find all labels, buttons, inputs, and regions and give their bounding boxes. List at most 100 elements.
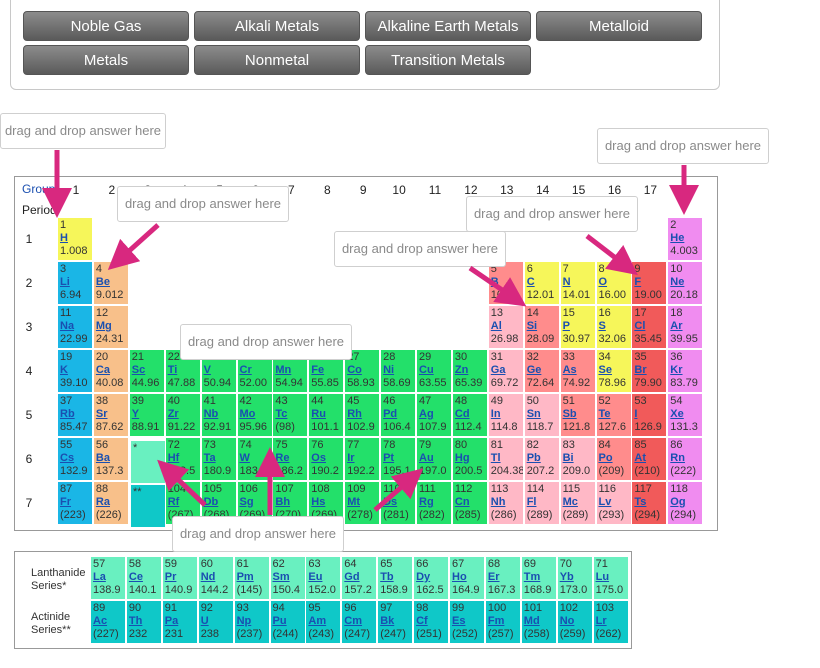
element-symbol[interactable]: Nb (204, 408, 234, 421)
element-symbol[interactable]: Mt (347, 496, 377, 509)
element-symbol[interactable]: Tl (491, 452, 521, 465)
element-symbol[interactable]: Be (96, 276, 126, 289)
element-symbol[interactable]: Sm (273, 571, 303, 584)
element-symbol[interactable]: Os (311, 452, 341, 465)
element-symbol[interactable]: Es (452, 615, 482, 628)
element-symbol[interactable]: Ac (93, 615, 123, 628)
element-symbol[interactable]: C (527, 276, 557, 289)
answer-transition-metals-button[interactable]: Transition Metals (365, 45, 531, 75)
element-symbol[interactable]: Nh (491, 496, 521, 509)
element-symbol[interactable]: Mn (275, 364, 305, 377)
element-symbol[interactable]: Ru (311, 408, 341, 421)
element-symbol[interactable]: U (201, 615, 231, 628)
element-symbol[interactable]: Co (347, 364, 377, 377)
element-symbol[interactable]: Li (60, 276, 90, 289)
element-symbol[interactable]: Cf (416, 615, 446, 628)
element-symbol[interactable]: Cd (455, 408, 485, 421)
element-symbol[interactable]: Rg (419, 496, 449, 509)
element-symbol[interactable]: Db (204, 496, 234, 509)
element-symbol[interactable]: Te (599, 408, 629, 421)
drop-zone-metalloid[interactable]: drag and drop answer here (334, 231, 506, 267)
element-symbol[interactable]: N (563, 276, 593, 289)
element-symbol[interactable]: Lu (596, 571, 626, 584)
element-symbol[interactable]: S (599, 320, 629, 333)
element-symbol[interactable]: I (634, 408, 664, 421)
element-symbol[interactable]: K (60, 364, 90, 377)
element-symbol[interactable]: Br (634, 364, 664, 377)
element-symbol[interactable]: Tb (380, 571, 410, 584)
element-symbol[interactable]: Sg (240, 496, 270, 509)
element-symbol[interactable]: Pb (527, 452, 557, 465)
answer-noble-gas-button[interactable]: Noble Gas (23, 11, 189, 41)
element-symbol[interactable]: Kr (670, 364, 700, 377)
element-symbol[interactable]: Cu (419, 364, 449, 377)
element-symbol[interactable]: Na (60, 320, 90, 333)
element-symbol[interactable]: As (563, 364, 593, 377)
element-symbol[interactable]: F (634, 276, 664, 289)
element-symbol[interactable]: Si (527, 320, 557, 333)
element-symbol[interactable]: Fm (488, 615, 518, 628)
element-symbol[interactable]: Fl (527, 496, 557, 509)
element-symbol[interactable]: Cl (634, 320, 664, 333)
element-symbol[interactable]: Mo (240, 408, 270, 421)
answer-alkaline-earth-metals-button[interactable]: Alkaline Earth Metals (365, 11, 531, 41)
element-symbol[interactable]: No (560, 615, 590, 628)
element-symbol[interactable]: Ag (419, 408, 449, 421)
element-symbol[interactable]: Zr (168, 408, 198, 421)
element-symbol[interactable]: Po (599, 452, 629, 465)
element-symbol[interactable]: Mc (563, 496, 593, 509)
element-symbol[interactable]: Bi (563, 452, 593, 465)
element-symbol[interactable]: Re (275, 452, 305, 465)
drop-zone-alkali[interactable]: drag and drop answer here (0, 113, 166, 149)
element-symbol[interactable]: Tc (275, 408, 305, 421)
element-symbol[interactable]: Y (132, 408, 162, 421)
element-symbol[interactable]: Fe (311, 364, 341, 377)
element-symbol[interactable]: W (240, 452, 270, 465)
element-symbol[interactable]: At (634, 452, 664, 465)
element-symbol[interactable]: Zn (455, 364, 485, 377)
element-symbol[interactable]: Ti (168, 364, 198, 377)
element-symbol[interactable]: H (60, 232, 90, 245)
element-symbol[interactable]: V (204, 364, 234, 377)
element-symbol[interactable]: Ge (527, 364, 557, 377)
element-symbol[interactable]: Ir (347, 452, 377, 465)
element-symbol[interactable]: Au (419, 452, 449, 465)
drop-zone-transition[interactable]: drag and drop answer here (180, 324, 352, 360)
answer-metalloid-button[interactable]: Metalloid (536, 11, 702, 41)
element-symbol[interactable]: Pa (165, 615, 195, 628)
element-symbol[interactable]: Sr (96, 408, 126, 421)
answer-alkali-metals-button[interactable]: Alkali Metals (194, 11, 360, 41)
element-symbol[interactable]: In (491, 408, 521, 421)
element-symbol[interactable]: Np (237, 615, 267, 628)
element-symbol[interactable]: Er (488, 571, 518, 584)
element-symbol[interactable]: Ta (204, 452, 234, 465)
element-symbol[interactable]: Cn (455, 496, 485, 509)
element-symbol[interactable]: Xe (670, 408, 700, 421)
element-symbol[interactable]: Lr (596, 615, 626, 628)
element-symbol[interactable]: Ce (129, 571, 159, 584)
element-symbol[interactable]: Rb (60, 408, 90, 421)
drop-zone-nonmetal[interactable]: drag and drop answer here (466, 196, 638, 232)
element-symbol[interactable]: Yb (560, 571, 590, 584)
element-symbol[interactable]: Pm (237, 571, 267, 584)
element-symbol[interactable]: Eu (308, 571, 338, 584)
element-symbol[interactable]: Ni (383, 364, 413, 377)
element-symbol[interactable]: Ne (670, 276, 700, 289)
element-symbol[interactable]: Og (670, 496, 700, 509)
element-symbol[interactable]: Ra (96, 496, 126, 509)
element-symbol[interactable]: Pr (165, 571, 195, 584)
element-symbol[interactable]: Al (491, 320, 521, 333)
drop-zone-alkaline-earth[interactable]: drag and drop answer here (117, 186, 289, 222)
element-symbol[interactable]: Ar (670, 320, 700, 333)
element-symbol[interactable]: Tm (524, 571, 554, 584)
element-symbol[interactable]: Th (129, 615, 159, 628)
element-symbol[interactable]: Bh (275, 496, 305, 509)
element-symbol[interactable]: Cr (240, 364, 270, 377)
element-symbol[interactable]: Ba (96, 452, 126, 465)
element-symbol[interactable]: Gd (344, 571, 374, 584)
element-symbol[interactable]: Hs (311, 496, 341, 509)
drop-zone-noble-gas[interactable]: drag and drop answer here (597, 128, 769, 164)
element-symbol[interactable]: He (670, 232, 700, 245)
element-symbol[interactable]: La (93, 571, 123, 584)
element-symbol[interactable]: Ts (634, 496, 664, 509)
